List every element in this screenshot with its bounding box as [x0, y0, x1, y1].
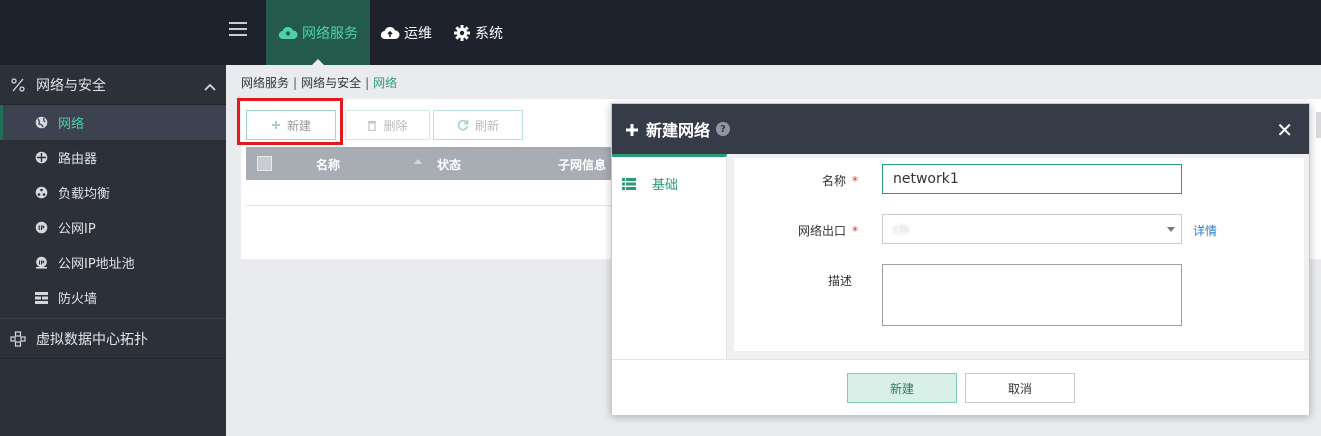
select-all-checkbox[interactable]: [257, 156, 272, 171]
trash-icon: [367, 120, 377, 131]
nav-system[interactable]: 系统: [453, 0, 503, 65]
sidebar-item-public-ip-pool[interactable]: IP 公网IP地址池: [0, 245, 226, 280]
refresh-button-label: 刷新: [474, 118, 499, 133]
sidebar-item-firewall[interactable]: 防火墙: [0, 280, 226, 315]
sidebar-group-vdc-topology[interactable]: 虚拟数据中心拓扑: [0, 319, 226, 359]
list-icon: [622, 177, 636, 190]
cloud-icon: [278, 26, 298, 40]
refresh-icon: [457, 119, 469, 131]
name-input[interactable]: [882, 164, 1182, 194]
balance-icon: [34, 186, 48, 199]
sidebar-item-public-ip[interactable]: IP 公网IP: [0, 210, 226, 245]
sidebar: 网络与安全 网络 路由器 负载均衡 IP 公网IP IP 公网IP地址池 防火墙…: [0, 65, 226, 436]
dialog-title: 新建网络: [646, 121, 711, 140]
table-row: [246, 180, 626, 206]
network-outlet-select[interactable]: cls: [882, 214, 1182, 244]
required-mark: *: [852, 174, 858, 188]
chevron-up-icon: [204, 79, 216, 95]
breadcrumb-item[interactable]: 网络与安全: [301, 76, 361, 90]
delete-button[interactable]: 删除: [345, 110, 430, 140]
chevron-down-icon: [1167, 227, 1175, 232]
outlet-field-label: 网络出口 *: [738, 222, 858, 239]
refresh-button[interactable]: 刷新: [433, 110, 523, 140]
nav-system-label: 系统: [475, 25, 503, 42]
column-header-name[interactable]: 名称: [316, 156, 340, 173]
required-mark: *: [852, 224, 858, 238]
column-header-status[interactable]: 状态: [437, 156, 461, 173]
sidebar-item-label: 防火墙: [58, 292, 98, 307]
percent-icon: [8, 77, 28, 93]
cancel-button[interactable]: 取消: [965, 373, 1075, 403]
top-navbar: 网络服务 运维 系统: [0, 0, 1321, 65]
sort-up-icon[interactable]: [414, 159, 422, 164]
firewall-icon: [34, 291, 48, 304]
tab-basic[interactable]: 基础: [622, 174, 678, 193]
ip-pool-icon: IP: [34, 256, 48, 269]
svg-text:IP: IP: [38, 225, 45, 232]
details-link[interactable]: 详情: [1193, 222, 1217, 239]
breadcrumb-separator: |: [365, 76, 370, 90]
delete-button-label: 删除: [383, 118, 408, 133]
confirm-create-button[interactable]: 新建: [847, 373, 957, 403]
sidebar-item-router[interactable]: 路由器: [0, 140, 226, 175]
description-field-label: 描述: [738, 272, 858, 289]
desc-label-text: 描述: [827, 274, 852, 288]
ip-icon: IP: [34, 221, 48, 234]
breadcrumb-separator: |: [293, 76, 298, 90]
sidebar-item-network[interactable]: 网络: [0, 105, 226, 140]
router-icon: [34, 151, 48, 164]
help-icon[interactable]: ?: [716, 122, 731, 136]
nav-network-services[interactable]: 网络服务: [266, 0, 370, 65]
name-field-label: 名称 *: [738, 172, 858, 189]
topology-icon: [8, 330, 28, 347]
outlet-label-text: 网络出口: [797, 224, 846, 238]
gear-icon: [453, 24, 471, 42]
menu-toggle-icon[interactable]: [229, 22, 247, 36]
sidebar-group-label: 虚拟数据中心拓扑: [36, 331, 148, 348]
cloud-upload-icon: [380, 26, 400, 40]
sidebar-item-label: 网络: [58, 117, 85, 132]
close-icon[interactable]: ✕: [1276, 118, 1293, 142]
new-network-dialog: 新建网络 ? ✕ 基础 名称 * 网络出口 * cls 详情 描述 新建 取消: [611, 103, 1310, 415]
highlight-box: [237, 98, 343, 145]
svg-text:IP: IP: [38, 260, 44, 266]
dialog-footer: 新建 取消: [612, 359, 1309, 415]
nav-operations-label: 运维: [404, 25, 432, 42]
column-header-subnet[interactable]: 子网信息: [558, 156, 606, 173]
network-outlet-value: cls: [893, 222, 910, 236]
table-header: 名称 状态 子网信息: [246, 147, 626, 180]
breadcrumb-current: 网络: [373, 76, 398, 90]
plus-icon: [626, 117, 638, 141]
tab-basic-label: 基础: [652, 178, 679, 193]
description-textarea[interactable]: [882, 264, 1182, 326]
sidebar-group-label: 网络与安全: [36, 77, 106, 94]
globe-icon: [34, 116, 48, 129]
scrollbar[interactable]: [1316, 112, 1321, 138]
breadcrumb: 网络服务 | 网络与安全 | 网络: [241, 74, 397, 91]
name-label-text: 名称: [821, 174, 846, 188]
sidebar-item-load-balancer[interactable]: 负载均衡: [0, 175, 226, 210]
dialog-header: 新建网络 ? ✕: [612, 104, 1309, 154]
breadcrumb-item[interactable]: 网络服务: [241, 76, 289, 90]
sidebar-group-network-security[interactable]: 网络与安全: [0, 65, 226, 105]
dialog-tab-column: 基础: [612, 154, 727, 359]
sidebar-item-label: 公网IP: [58, 222, 96, 237]
nav-network-services-label: 网络服务: [302, 25, 358, 42]
sidebar-item-label: 路由器: [58, 152, 98, 167]
nav-operations[interactable]: 运维: [380, 0, 432, 65]
sidebar-item-label: 负载均衡: [58, 187, 111, 202]
sidebar-item-label: 公网IP地址池: [58, 257, 135, 272]
